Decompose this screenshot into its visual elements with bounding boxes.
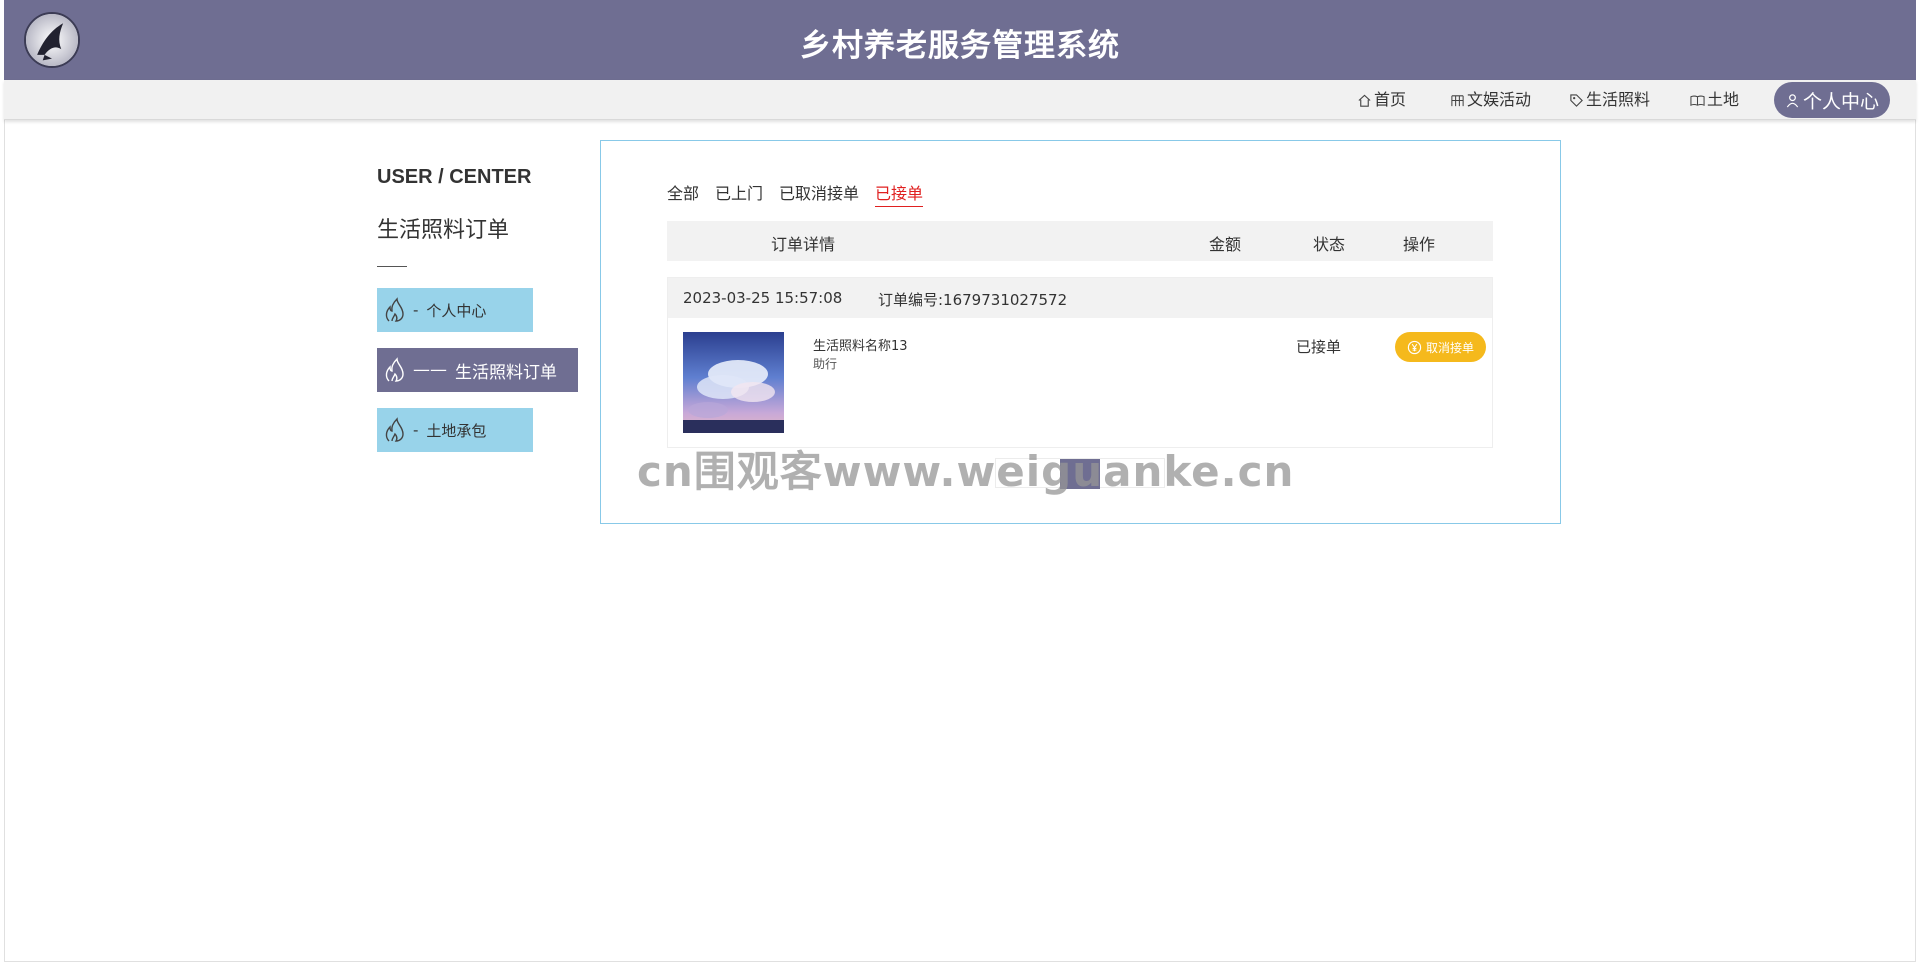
- tab-all[interactable]: 全部: [667, 180, 699, 207]
- nav-item-activities[interactable]: 文娱活动: [1450, 88, 1531, 112]
- book-icon: [1690, 95, 1705, 106]
- order-item-name[interactable]: 生活照料名称13: [813, 335, 908, 354]
- tab-visited[interactable]: 已上门: [715, 180, 763, 207]
- grid-icon: [1451, 94, 1464, 106]
- order-item-image[interactable]: [683, 332, 784, 433]
- sidebar-item-care-orders[interactable]: —— 生活照料订单: [377, 348, 578, 392]
- tag-icon: [1570, 93, 1583, 107]
- watermark: cn围观客www.weiguanke.cn: [637, 447, 1295, 496]
- order-status-tabs: 全部 已上门 已取消接单 已接单: [667, 180, 924, 207]
- cancel-order-label: 取消接单: [1425, 340, 1474, 355]
- nav-item-label: 个人中心: [1802, 90, 1879, 113]
- sidebar-item-prefix: -: [413, 421, 419, 439]
- tab-cancelled[interactable]: 已取消接单: [779, 180, 859, 207]
- site-title: 乡村养老服务管理系统: [800, 28, 1120, 64]
- nav-item-land[interactable]: 土地: [1690, 88, 1739, 112]
- sidebar-item-prefix: -: [413, 301, 419, 319]
- tab-accepted[interactable]: 已接单: [875, 180, 924, 207]
- column-header-action: 操作: [1403, 235, 1436, 254]
- flame-icon: [385, 357, 404, 382]
- nav-item-care[interactable]: 生活照料: [1569, 88, 1650, 112]
- sidebar-item-prefix: ——: [413, 360, 447, 380]
- sidebar-item-label: 生活照料订单: [455, 362, 557, 383]
- user-center-title: USER / CENTER: [377, 166, 532, 188]
- sidebar-item-user-center[interactable]: - 个人中心: [377, 288, 533, 332]
- cancel-order-button[interactable]: 取消接单: [1395, 332, 1486, 362]
- order-number: 订单编号:1679731027572: [878, 291, 1068, 309]
- column-header-details: 订单详情: [771, 235, 836, 254]
- top-navbar: 首页 文娱活动 生活照料 土地 个人中心: [4, 80, 1916, 120]
- sky-clouds-image: [683, 332, 784, 433]
- nav-item-label: 土地: [1707, 90, 1740, 109]
- site-header: 乡村养老服务管理系统: [4, 0, 1916, 80]
- nav-item-user-center[interactable]: 个人中心: [1774, 82, 1890, 118]
- flame-icon: [385, 417, 404, 442]
- nav-item-home[interactable]: 首页: [1357, 88, 1406, 112]
- yen-icon: [1407, 340, 1422, 354]
- user-icon: [1786, 93, 1799, 107]
- sidebar-divider: [377, 266, 407, 267]
- order-card-header: 2023-03-25 15:57:08 订单编号:1679731027572: [668, 278, 1492, 318]
- orders-table-header: 订单详情 金额 状态 操作: [667, 221, 1493, 261]
- nav-item-label: 首页: [1374, 90, 1407, 109]
- flame-icon: [385, 297, 404, 322]
- column-header-status: 状态: [1313, 235, 1346, 254]
- order-item-type: 助行: [813, 357, 838, 371]
- sidebar-item-label: 土地承包: [426, 421, 487, 440]
- sidebar-heading: 生活照料订单: [377, 218, 510, 243]
- sidebar-item-label: 个人中心: [426, 301, 487, 320]
- order-datetime: 2023-03-25 15:57:08: [683, 289, 843, 307]
- column-header-amount: 金额: [1209, 235, 1242, 254]
- sidebar-item-land-contract[interactable]: - 土地承包: [377, 408, 533, 452]
- nav-item-label: 文娱活动: [1467, 90, 1532, 109]
- order-card: 2023-03-25 15:57:08 订单编号:1679731027572 生…: [667, 277, 1493, 448]
- order-status: 已接单: [1296, 338, 1342, 356]
- home-icon: [1358, 94, 1371, 107]
- nav-item-label: 生活照料: [1586, 90, 1651, 109]
